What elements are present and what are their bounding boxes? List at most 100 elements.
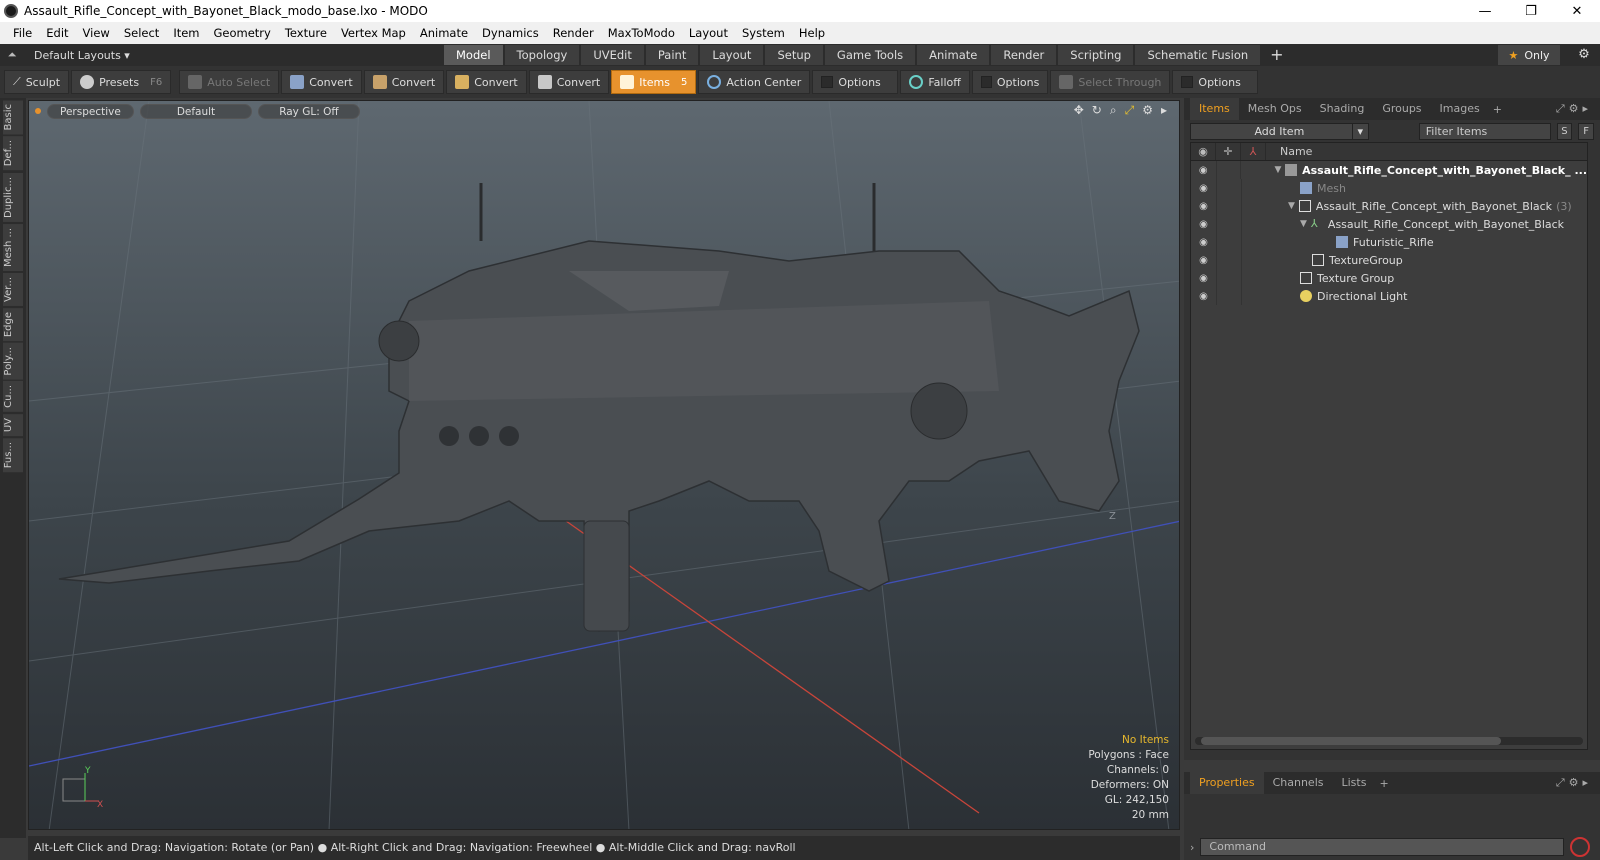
- layout-selector[interactable]: Default Layouts ▾: [24, 49, 424, 62]
- tab-images[interactable]: Images: [1431, 98, 1489, 120]
- tab-items[interactable]: Items: [1190, 98, 1239, 120]
- action-center-options-button[interactable]: Options: [812, 70, 899, 94]
- add-tab-button[interactable]: +: [1262, 45, 1291, 65]
- expand-triangle-icon[interactable]: ▼: [1288, 201, 1295, 211]
- viewport-menu-dot[interactable]: [35, 108, 41, 114]
- tab-lists[interactable]: Lists: [1333, 772, 1376, 794]
- eye-icon[interactable]: ◉: [1191, 291, 1216, 302]
- items-mode-button[interactable]: Items 5: [611, 70, 697, 94]
- record-icon[interactable]: [1570, 837, 1591, 857]
- select-through-options-button[interactable]: Options: [1172, 70, 1259, 94]
- tab-topology[interactable]: Topology: [504, 45, 580, 65]
- menu-vertex-map[interactable]: Vertex Map: [334, 26, 413, 40]
- expand-triangle-icon[interactable]: ▼: [1274, 165, 1281, 175]
- properties-options-icon[interactable]: ⤢⚙▸: [1556, 776, 1600, 790]
- vtab-mesh[interactable]: Mesh ...: [3, 223, 23, 271]
- vtab-deform[interactable]: Def...: [3, 136, 23, 171]
- tree-row[interactable]: ◉ ▼ Assault_Rifle_Concept_with_Bayonet_B…: [1191, 161, 1587, 179]
- minimize-button[interactable]: —: [1462, 0, 1508, 22]
- convert-button-3[interactable]: Convert: [446, 70, 527, 94]
- tree-row[interactable]: ◉ ▼ Assault_Rifle_Concept_with_Bayonet_B…: [1191, 197, 1587, 215]
- menu-select[interactable]: Select: [117, 26, 166, 40]
- tab-layout[interactable]: Layout: [700, 45, 764, 65]
- render-column-icon[interactable]: ⅄: [1241, 143, 1266, 160]
- options-checkbox-1[interactable]: [821, 76, 834, 88]
- tree-row[interactable]: ◉ Directional Light: [1191, 287, 1587, 305]
- tab-mesh-ops[interactable]: Mesh Ops: [1239, 98, 1311, 120]
- tab-render[interactable]: Render: [991, 45, 1057, 65]
- menu-render[interactable]: Render: [546, 26, 601, 40]
- eye-icon[interactable]: ◉: [1191, 219, 1216, 230]
- search-toggle-button[interactable]: S: [1556, 122, 1573, 140]
- expand-arrow-icon[interactable]: ▸: [1161, 103, 1167, 118]
- tab-model[interactable]: Model: [444, 45, 503, 65]
- menu-maxtomodo[interactable]: MaxToModo: [601, 26, 682, 40]
- menu-system[interactable]: System: [735, 26, 792, 40]
- menu-layout[interactable]: Layout: [682, 26, 735, 40]
- action-center-button[interactable]: Action Center: [698, 70, 811, 94]
- tab-shading[interactable]: Shading: [1311, 98, 1374, 120]
- command-input[interactable]: Command: [1200, 838, 1565, 856]
- lock-column-icon[interactable]: ✛: [1216, 143, 1241, 160]
- zoom-icon[interactable]: ⌕: [1110, 103, 1117, 118]
- vtab-uv[interactable]: UV: [3, 414, 23, 437]
- name-column-header[interactable]: Name: [1266, 143, 1312, 160]
- vtab-curve[interactable]: Cu...: [3, 381, 23, 413]
- tree-horizontal-scrollbar[interactable]: [1195, 737, 1583, 745]
- menu-texture[interactable]: Texture: [278, 26, 334, 40]
- add-item-dropdown[interactable]: Add Item ▾: [1190, 122, 1369, 140]
- eye-icon[interactable]: ◉: [1191, 183, 1216, 194]
- 3d-viewport[interactable]: Perspective Default Ray GL: Off ✥ ↻ ⌕ ⤢ …: [28, 100, 1180, 830]
- tab-properties[interactable]: Properties: [1190, 772, 1264, 794]
- gear-icon[interactable]: ⚙: [1574, 45, 1594, 65]
- view-type-selector[interactable]: Perspective: [47, 103, 134, 119]
- tab-schematic-fusion[interactable]: Schematic Fusion: [1135, 45, 1261, 65]
- expand-triangle-icon[interactable]: ▼: [1300, 219, 1307, 229]
- filter-items-input[interactable]: Filter Items: [1418, 122, 1551, 140]
- tree-row[interactable]: ◉ ▼ ⅄ Assault_Rifle_Concept_with_Bayonet…: [1191, 215, 1587, 233]
- menu-file[interactable]: File: [6, 26, 39, 40]
- visibility-column-icon[interactable]: ◉: [1191, 143, 1216, 160]
- presets-button[interactable]: Presets F6: [71, 70, 172, 94]
- sculpt-button[interactable]: ⟋ Sculpt: [4, 70, 70, 94]
- vtab-polygon[interactable]: Poly...: [3, 342, 23, 380]
- vtab-duplicate[interactable]: Duplic...: [3, 172, 23, 222]
- select-through-button[interactable]: Select Through: [1050, 70, 1171, 94]
- close-button[interactable]: ✕: [1554, 0, 1600, 22]
- tree-row[interactable]: ◉ Texture Group: [1191, 269, 1587, 287]
- eye-icon[interactable]: ◉: [1191, 255, 1216, 266]
- tab-setup[interactable]: Setup: [765, 45, 823, 65]
- vtab-fusion[interactable]: Fus...: [3, 438, 23, 473]
- filter-toggle-button[interactable]: F: [1578, 122, 1594, 140]
- tree-row[interactable]: ◉ Futuristic_Rifle: [1191, 233, 1587, 251]
- tab-scripting[interactable]: Scripting: [1058, 45, 1134, 65]
- menu-view[interactable]: View: [76, 26, 117, 40]
- tab-groups[interactable]: Groups: [1373, 98, 1430, 120]
- menu-animate[interactable]: Animate: [413, 26, 475, 40]
- options-checkbox-2[interactable]: [981, 76, 992, 88]
- tab-paint[interactable]: Paint: [645, 45, 699, 65]
- fit-icon[interactable]: ⤢: [1125, 103, 1135, 118]
- rotate-icon[interactable]: ↻: [1092, 103, 1102, 118]
- eye-icon[interactable]: ◉: [1191, 201, 1216, 212]
- menu-geometry[interactable]: Geometry: [207, 26, 278, 40]
- only-button[interactable]: ★ Only: [1498, 45, 1560, 65]
- convert-button-4[interactable]: Convert: [528, 70, 610, 94]
- raygl-toggle[interactable]: Ray GL: Off: [258, 103, 360, 119]
- falloff-options-button[interactable]: Options: [972, 70, 1049, 94]
- shading-selector[interactable]: Default: [139, 103, 253, 119]
- eye-icon[interactable]: ◉: [1191, 273, 1216, 284]
- menu-item[interactable]: Item: [166, 26, 206, 40]
- maximize-button[interactable]: ❐: [1508, 0, 1554, 22]
- tree-row[interactable]: ◉ Mesh: [1191, 179, 1587, 197]
- add-panel-tab-button[interactable]: +: [1489, 103, 1506, 116]
- tab-uvedit[interactable]: UVEdit: [581, 45, 644, 65]
- falloff-button[interactable]: Falloff: [900, 70, 971, 94]
- tab-game-tools[interactable]: Game Tools: [824, 45, 916, 65]
- convert-button-2[interactable]: Convert: [363, 70, 445, 94]
- add-properties-tab-button[interactable]: +: [1375, 777, 1392, 790]
- collapse-icon[interactable]: ⏶: [0, 48, 24, 62]
- tab-channels[interactable]: Channels: [1264, 772, 1333, 794]
- tab-animate[interactable]: Animate: [917, 45, 990, 65]
- menu-dynamics[interactable]: Dynamics: [475, 26, 546, 40]
